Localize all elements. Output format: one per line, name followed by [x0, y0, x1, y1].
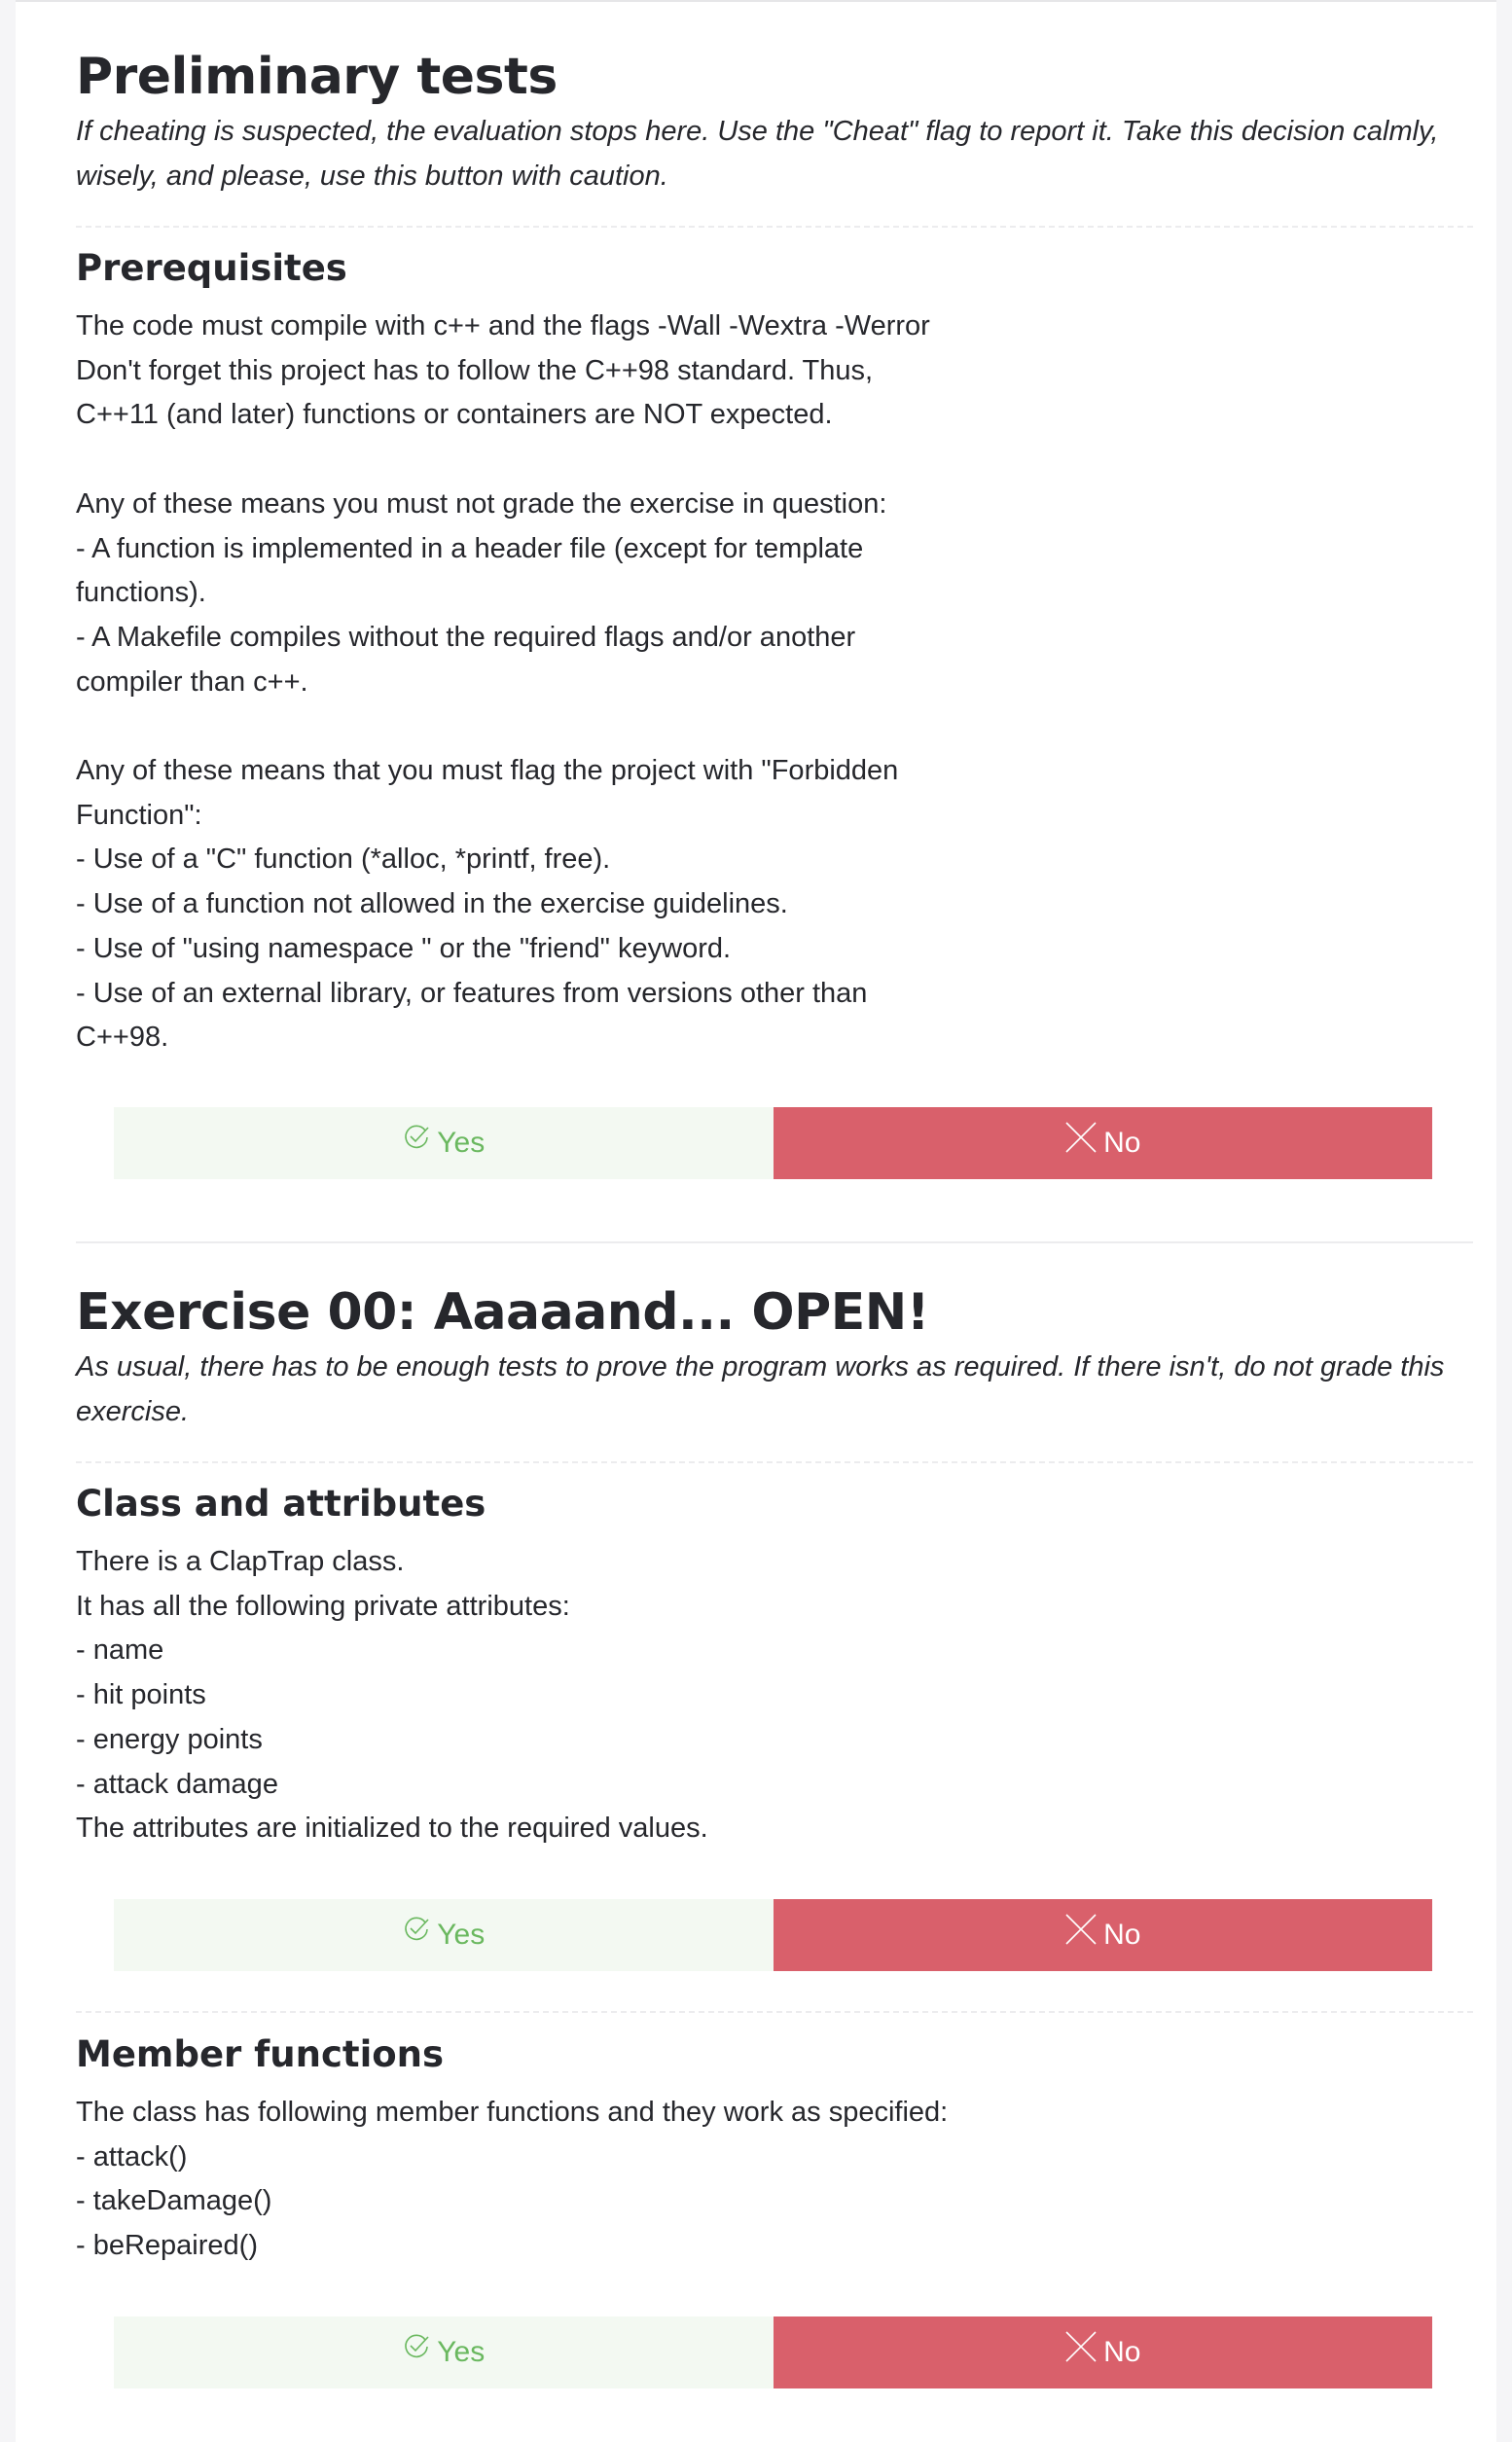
answer-row: Yes No	[76, 1107, 1473, 1179]
yes-label: Yes	[437, 2336, 486, 2368]
yes-label: Yes	[437, 1127, 486, 1159]
subsection-prerequisites: Prerequisites The code must compile with…	[76, 244, 1473, 1060]
subsection-body: The class has following member functions…	[76, 2097, 949, 2262]
check-circle-icon	[405, 1125, 429, 1149]
section-title: Preliminary tests	[76, 48, 558, 106]
subsection-class-attributes: Class and attributes There is a ClapTrap…	[76, 1480, 1473, 1851]
divider	[76, 1461, 1473, 1463]
evaluation-page: Preliminary tests If cheating is suspect…	[16, 0, 1496, 2442]
subsection-title: Member functions	[76, 2033, 445, 2075]
divider	[76, 226, 1473, 228]
subsection-title: Prerequisites	[76, 247, 347, 289]
x-close-icon	[1065, 1914, 1097, 1945]
no-button[interactable]: No	[773, 1899, 1432, 1971]
section-title: Exercise 00: Aaaaand... OPEN!	[76, 1283, 930, 1342]
no-label: No	[1103, 2336, 1141, 2368]
divider	[76, 2011, 1473, 2013]
yes-button[interactable]: Yes	[114, 1107, 774, 1179]
check-circle-icon	[405, 1917, 429, 1941]
section-exercise-00: Exercise 00: Aaaaand... OPEN! As usual, …	[76, 1282, 1473, 1434]
x-close-icon	[1065, 2331, 1097, 2362]
x-close-icon	[1065, 1122, 1097, 1153]
section-description: As usual, there has to be enough tests t…	[76, 1351, 1445, 1427]
section-description: If cheating is suspected, the evaluation…	[76, 116, 1439, 192]
subsection-body: There is a ClapTrap class. It has all th…	[76, 1546, 708, 1845]
section-divider	[76, 1241, 1473, 1243]
no-button[interactable]: No	[773, 2316, 1432, 2388]
subsection-title: Class and attributes	[76, 1483, 486, 1525]
no-button[interactable]: No	[773, 1107, 1432, 1179]
no-label: No	[1103, 1919, 1141, 1951]
yes-button[interactable]: Yes	[114, 1899, 774, 1971]
yes-button[interactable]: Yes	[114, 2316, 774, 2388]
no-label: No	[1103, 1127, 1141, 1159]
section-preliminary-tests: Preliminary tests If cheating is suspect…	[76, 47, 1473, 198]
subsection-member-functions: Member functions The class has following…	[76, 2030, 1473, 2269]
check-circle-icon	[405, 2334, 429, 2358]
subsection-body: The code must compile with c++ and the f…	[76, 310, 930, 1054]
answer-row: Yes No	[76, 2316, 1473, 2388]
yes-label: Yes	[437, 1919, 486, 1951]
answer-row: Yes No	[76, 1899, 1473, 1971]
